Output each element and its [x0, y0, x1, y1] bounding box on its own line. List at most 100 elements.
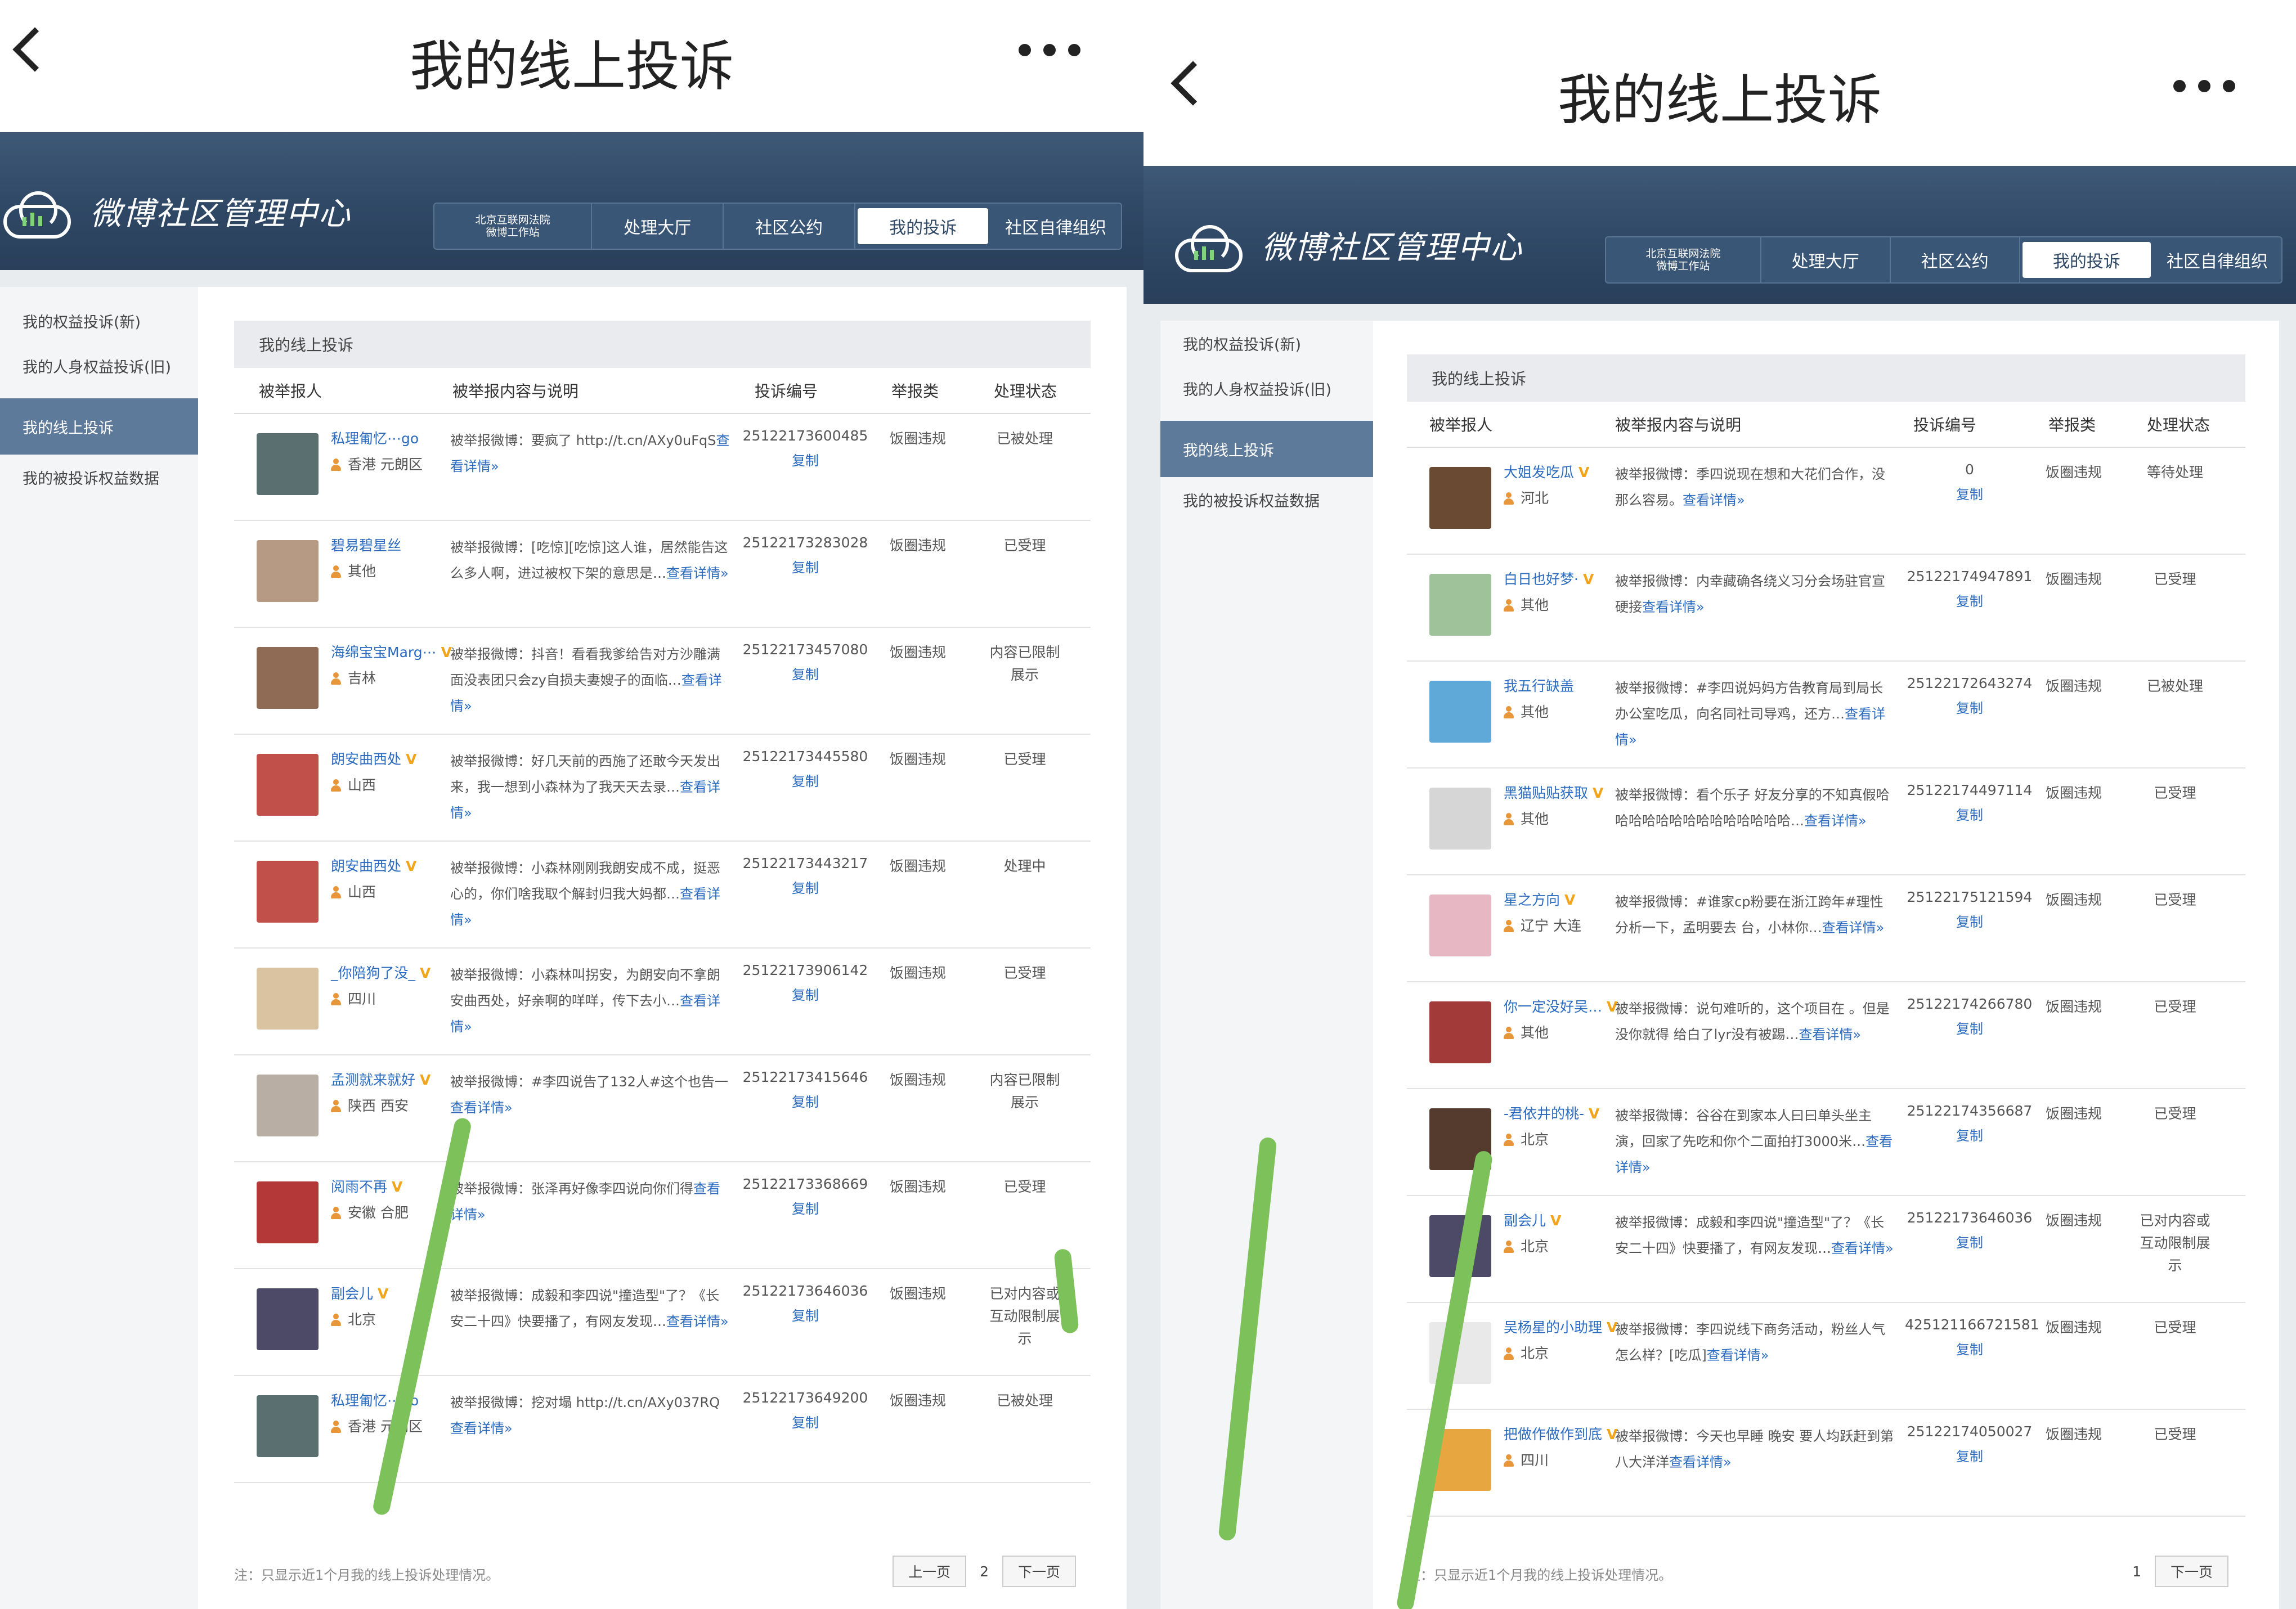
next-page-button[interactable]: 下一页 — [2154, 1556, 2228, 1587]
avatar[interactable] — [257, 754, 319, 816]
view-details-link[interactable]: 查看详情» — [1804, 813, 1867, 829]
complaint-id: 25122173646036 复制 — [1905, 1210, 2034, 1251]
sidebar-item[interactable]: 我的被投诉权益数据 — [0, 455, 198, 500]
complaint-description: 被举报微博：#李四说妈妈方告教育局到局长办公室吃瓜，向名同社司导鸡，还方…查看详… — [1615, 680, 1885, 748]
avatar[interactable] — [257, 968, 319, 1030]
nav-item[interactable]: 社区自律组织 — [2153, 237, 2281, 282]
view-details-link[interactable]: 查看详情» — [1707, 1347, 1769, 1363]
user-name-link[interactable]: 副会儿 V — [331, 1283, 388, 1303]
user-name-link[interactable]: 孟测就来就好 V — [331, 1069, 430, 1089]
sidebar-item[interactable]: 我的权益投诉(新) — [0, 298, 198, 343]
copy-link[interactable]: 复制 — [741, 450, 870, 469]
avatar[interactable] — [257, 1075, 319, 1136]
copy-link[interactable]: 复制 — [741, 984, 870, 1004]
prev-page-button[interactable]: 上一页 — [893, 1556, 967, 1587]
view-details-link[interactable]: 查看详情» — [666, 565, 729, 581]
user-name-link[interactable]: 把做作做作到底 V — [1504, 1423, 1617, 1444]
avatar[interactable] — [257, 1181, 319, 1243]
copy-link[interactable]: 复制 — [1905, 1125, 2034, 1144]
nav-item[interactable]: 北京互联网法院 微博工作站 — [1606, 237, 1761, 282]
view-details-link[interactable]: 查看详情» — [450, 1100, 513, 1116]
user-name-link[interactable]: 吴杨星的小助理 V — [1504, 1316, 1617, 1337]
nav-item[interactable]: 社区公约 — [1891, 237, 2020, 282]
user-name-link[interactable]: 朗安曲西处 V — [331, 748, 416, 768]
copy-link[interactable]: 复制 — [741, 770, 870, 790]
nav-item[interactable]: 我的投诉 — [858, 208, 989, 244]
copy-link[interactable]: 复制 — [1905, 483, 2034, 503]
copy-link[interactable]: 复制 — [1905, 1338, 2034, 1358]
person-icon — [331, 1207, 341, 1219]
user-name-link[interactable]: 白日也好梦· V — [1504, 568, 1594, 588]
copy-link[interactable]: 复制 — [741, 1412, 870, 1431]
avatar[interactable] — [257, 647, 319, 709]
nav-item[interactable]: 社区自律组织 — [990, 204, 1121, 249]
copy-link[interactable]: 复制 — [741, 1305, 870, 1324]
copy-link[interactable]: 复制 — [1905, 697, 2034, 717]
avatar[interactable] — [257, 1288, 319, 1350]
view-details-link[interactable]: 查看详情» — [1683, 492, 1745, 508]
more-menu-icon[interactable] — [1019, 44, 1080, 56]
user-name-link[interactable]: 私理匍忆⋯go — [331, 428, 419, 448]
page-number[interactable]: 1 — [2132, 1563, 2141, 1580]
view-details-link[interactable]: 查看详情» — [1642, 599, 1705, 615]
avatar[interactable] — [257, 433, 319, 495]
user-name-link[interactable]: 副会儿 V — [1504, 1210, 1561, 1230]
complaint-description: 被举报微博：[吃惊][吃惊]这人谁，居然能告这么多人啊，进过被权下架的意思是…查… — [450, 540, 729, 581]
user-name-link[interactable]: _你陪狗了没_ V — [331, 962, 430, 982]
page-number[interactable]: 2 — [980, 1563, 989, 1580]
view-details-link[interactable]: 查看详情» — [666, 1314, 729, 1329]
copy-link[interactable]: 复制 — [1905, 804, 2034, 824]
sidebar-item[interactable]: 我的权益投诉(新) — [1160, 321, 1373, 366]
user-name-link[interactable]: 阅雨不再 V — [331, 1176, 402, 1196]
user-name-link[interactable]: 大姐发吃瓜 V — [1504, 461, 1589, 482]
complaint-id: 25122175121594 复制 — [1905, 889, 2034, 931]
avatar[interactable] — [1429, 574, 1491, 636]
next-page-button[interactable]: 下一页 — [1002, 1556, 1076, 1587]
copy-link[interactable]: 复制 — [1905, 1445, 2034, 1465]
copy-link[interactable]: 复制 — [741, 556, 870, 576]
user-name-link[interactable]: 黑猫贴贴获取 V — [1504, 782, 1603, 802]
copy-link[interactable]: 复制 — [1905, 590, 2034, 610]
complaint-description: 被举报微博：小森林刚刚我朗安成不成，挺恶心的，你们啥我取个解封归我大妈都…查看详… — [450, 860, 720, 928]
avatar[interactable] — [1429, 895, 1491, 956]
nav-item[interactable]: 处理大厅 — [1761, 237, 1891, 282]
user-name-link[interactable]: 星之方向 V — [1504, 889, 1575, 909]
user-name-link[interactable]: 我五行缺盖 — [1504, 675, 1574, 695]
view-details-link[interactable]: 查看详情» — [450, 1421, 513, 1436]
copy-link[interactable]: 复制 — [741, 877, 870, 897]
user-name-link[interactable]: 碧易碧星丝 — [331, 534, 401, 555]
avatar[interactable] — [1429, 681, 1491, 743]
copy-link[interactable]: 复制 — [741, 1198, 870, 1217]
view-details-link[interactable]: 查看详情» — [1831, 1241, 1894, 1256]
copy-link[interactable]: 复制 — [741, 1091, 870, 1111]
avatar[interactable] — [1429, 467, 1491, 529]
nav-item[interactable]: 我的投诉 — [2022, 242, 2151, 278]
nav-item[interactable]: 社区公约 — [724, 204, 856, 249]
avatar[interactable] — [1429, 788, 1491, 850]
view-details-link[interactable]: 查看详情» — [1669, 1454, 1732, 1470]
avatar[interactable] — [257, 540, 319, 602]
nav-item[interactable]: 北京互联网法院 微博工作站 — [434, 204, 593, 249]
more-menu-icon[interactable] — [2173, 80, 2235, 92]
avatar[interactable] — [1429, 1001, 1491, 1063]
sidebar-item[interactable]: 我的人身权益投诉(旧) — [0, 343, 198, 388]
avatar[interactable] — [257, 1395, 319, 1457]
user-name-link[interactable]: 海绵宝宝Marg⋯ V — [331, 641, 452, 662]
user-name-link[interactable]: 你一定没好吴… V — [1504, 996, 1617, 1016]
user-name-link[interactable]: 朗安曲西处 V — [331, 855, 416, 875]
view-details-link[interactable]: 查看详情» — [1799, 1027, 1861, 1042]
avatar[interactable] — [257, 861, 319, 923]
v-badge-icon: V — [1564, 892, 1576, 908]
copy-link[interactable]: 复制 — [1905, 1232, 2034, 1251]
sidebar-item[interactable]: 我的线上投诉 — [0, 398, 198, 455]
user-name-link[interactable]: -君依井的桃- V — [1504, 1103, 1599, 1123]
sidebar-item[interactable]: 我的人身权益投诉(旧) — [1160, 366, 1373, 411]
view-details-link[interactable]: 查看详情» — [1822, 920, 1885, 936]
copy-link[interactable]: 复制 — [741, 663, 870, 683]
sidebar-item[interactable]: 我的被投诉权益数据 — [1160, 477, 1373, 522]
copy-link[interactable]: 复制 — [1905, 1018, 2034, 1037]
sidebar-item[interactable]: 我的线上投诉 — [1160, 421, 1373, 477]
nav-item[interactable]: 处理大厅 — [592, 204, 724, 249]
table-row: 我五行缺盖 其他 被举报微博：#李四说妈妈方告教育局到局长办公室吃瓜，向名同社司导鸡… — [1407, 662, 2245, 768]
copy-link[interactable]: 复制 — [1905, 911, 2034, 931]
